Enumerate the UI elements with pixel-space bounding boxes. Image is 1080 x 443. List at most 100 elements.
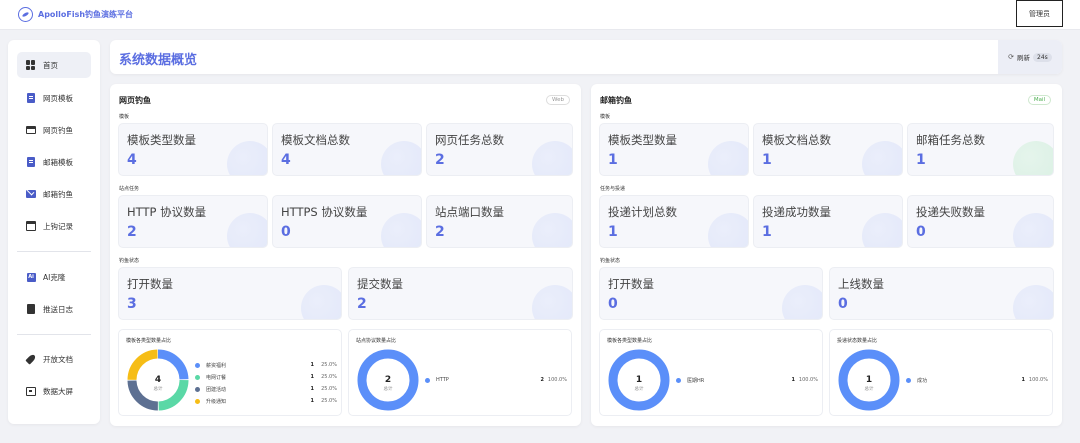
document-icon [26, 157, 36, 167]
sidebar-item-web-phishing[interactable]: 网页钓鱼 [17, 117, 91, 143]
refresh-countdown-badge: 24s [1033, 52, 1052, 62]
stat-label: 投递失败数量 [916, 205, 985, 219]
sidebar-item-data-screen[interactable]: 数据大屏 [17, 378, 91, 404]
legend-dot [195, 374, 200, 380]
stat-label: 模板文档总数 [281, 133, 350, 147]
stat-value: 2 [435, 224, 445, 240]
legend-dot [676, 377, 681, 383]
stat-decoration [381, 213, 421, 247]
stat-label: 站点端口数量 [435, 205, 504, 219]
chart-card: 投递状态数量占比 1 总计 成功 1 100.0% [829, 329, 1053, 416]
stat-card: 模板类型数量 1 [599, 123, 749, 176]
sidebar-item-mail-phishing[interactable]: 邮箱钓鱼 [17, 181, 91, 207]
sidebar-item-ai-clone[interactable]: Ai AI克隆 [17, 264, 91, 290]
stat-label: 模板类型数量 [608, 133, 677, 147]
sidebar-item-open-docs[interactable]: 开放文档 [17, 346, 91, 372]
sidebar-item-label: 数据大屏 [43, 386, 73, 396]
donut-total: 1 [636, 375, 642, 385]
chart-card: 模板各类型数量占比 4 总计 薪资福利 1 25.0% 电网订餐 1 25.0% 团建活动 1… [118, 329, 342, 416]
donut-total-label: 总计 [384, 385, 393, 392]
stat-value: 1 [762, 152, 772, 168]
legend-percent: 25.0% [321, 362, 337, 368]
stat-value: 0 [838, 296, 848, 312]
calendar-icon [26, 221, 36, 231]
stat-card: 上线数量 0 [829, 267, 1054, 320]
sidebar-item-home[interactable]: 首页 [17, 52, 91, 78]
section-label: 钓鱼状态 [600, 258, 621, 264]
sidebar-item-hook-records[interactable]: 上钩记录 [17, 213, 91, 239]
legend-percent: 25.0% [321, 398, 337, 404]
sidebar-item-mail-templates[interactable]: 邮箱模板 [17, 149, 91, 175]
stat-decoration [532, 285, 572, 319]
stat-decoration [381, 141, 421, 175]
legend-percent: 100.0% [798, 377, 818, 383]
stat-label: 提交数量 [357, 277, 403, 291]
chart-title: 模板各类型数量占比 [607, 338, 653, 344]
sidebar-item-push-logs[interactable]: 推送日志 [17, 296, 91, 322]
donut-chart: 1 总计 [838, 349, 900, 411]
admin-button[interactable]: 管理员 [1016, 0, 1063, 27]
stat-label: 打开数量 [127, 277, 173, 291]
donut-chart: 2 总计 [357, 349, 419, 411]
donut-total-label: 总计 [865, 385, 874, 392]
legend-label: 团建活动 [206, 386, 227, 393]
notebook-icon [26, 304, 36, 314]
stat-label: 投递成功数量 [762, 205, 831, 219]
stat-value: 2 [357, 296, 367, 312]
panel-tag: Mail [1027, 95, 1051, 105]
stat-decoration [782, 285, 822, 319]
sidebar-item-label: AI克隆 [43, 272, 66, 282]
section-label: 模板 [119, 114, 130, 120]
sidebar-item-label: 邮箱钓鱼 [43, 189, 73, 199]
stat-decoration [301, 285, 341, 319]
fish-logo-icon [18, 7, 33, 22]
stat-value: 1 [608, 152, 618, 168]
stat-label: 打开数量 [608, 277, 654, 291]
legend-row[interactable]: 团建活动 1 25.0% [195, 383, 337, 395]
sidebar-item-label: 首页 [43, 60, 58, 70]
stat-decoration [532, 141, 572, 175]
legend-row[interactable]: 薪资福利 1 25.0% [195, 359, 337, 371]
legend-percent: 100.0% [547, 377, 567, 383]
rocket-icon [25, 353, 37, 365]
stat-card: 模板类型数量 4 [118, 123, 268, 176]
brand[interactable]: ApolloFish钓鱼演练平台 [18, 7, 133, 22]
stat-card: 邮箱任务总数 1 [907, 123, 1054, 176]
section-label: 模板 [600, 114, 611, 120]
stat-card: 网页任务总数 2 [426, 123, 573, 176]
legend-label: 升级通知 [206, 398, 227, 405]
legend-row[interactable]: 医期HR 1 100.0% [676, 374, 818, 386]
stat-card: HTTPS 协议数量 0 [272, 195, 422, 248]
legend-count: 1 [310, 362, 314, 368]
chart-card: 模板各类型数量占比 1 总计 医期HR 1 100.0% [599, 329, 823, 416]
sidebar-item-label: 网页模板 [43, 93, 73, 103]
legend-row[interactable]: HTTP 2 100.0% [425, 374, 567, 386]
sidebar-item-web-templates[interactable]: 网页模板 [17, 85, 91, 111]
stat-decoration [1013, 285, 1053, 319]
legend-label: 医期HR [687, 377, 705, 384]
donut-chart: 1 总计 [608, 349, 670, 411]
sidebar-divider [17, 334, 91, 335]
stat-card: 投递计划总数 1 [599, 195, 749, 248]
sidebar-item-label: 网页钓鱼 [43, 125, 73, 135]
legend-count: 2 [540, 377, 544, 383]
donut-total-label: 总计 [635, 385, 644, 392]
panel-tag: Web [546, 95, 570, 105]
legend-label: HTTP [436, 377, 449, 383]
legend-row[interactable]: 成功 1 100.0% [906, 374, 1048, 386]
stat-value: 4 [127, 152, 137, 168]
stat-value: 1 [762, 224, 772, 240]
stat-value: 0 [281, 224, 291, 240]
legend-row[interactable]: 电网订餐 1 25.0% [195, 371, 337, 383]
sidebar-divider [17, 251, 91, 252]
legend-dot [195, 386, 200, 392]
donut-total: 2 [385, 375, 391, 385]
refresh-button[interactable]: ⟳ 刷新 24s [998, 40, 1062, 74]
sidebar-item-label: 上钩记录 [43, 221, 73, 231]
stat-value: 0 [608, 296, 618, 312]
stat-card: 站点端口数量 2 [426, 195, 573, 248]
chart-card: 站点协议数量占比 2 总计 HTTP 2 100.0% [348, 329, 572, 416]
stat-decoration [1013, 141, 1053, 175]
legend-row[interactable]: 升级通知 1 25.0% [195, 395, 337, 407]
grid-icon [26, 60, 36, 70]
